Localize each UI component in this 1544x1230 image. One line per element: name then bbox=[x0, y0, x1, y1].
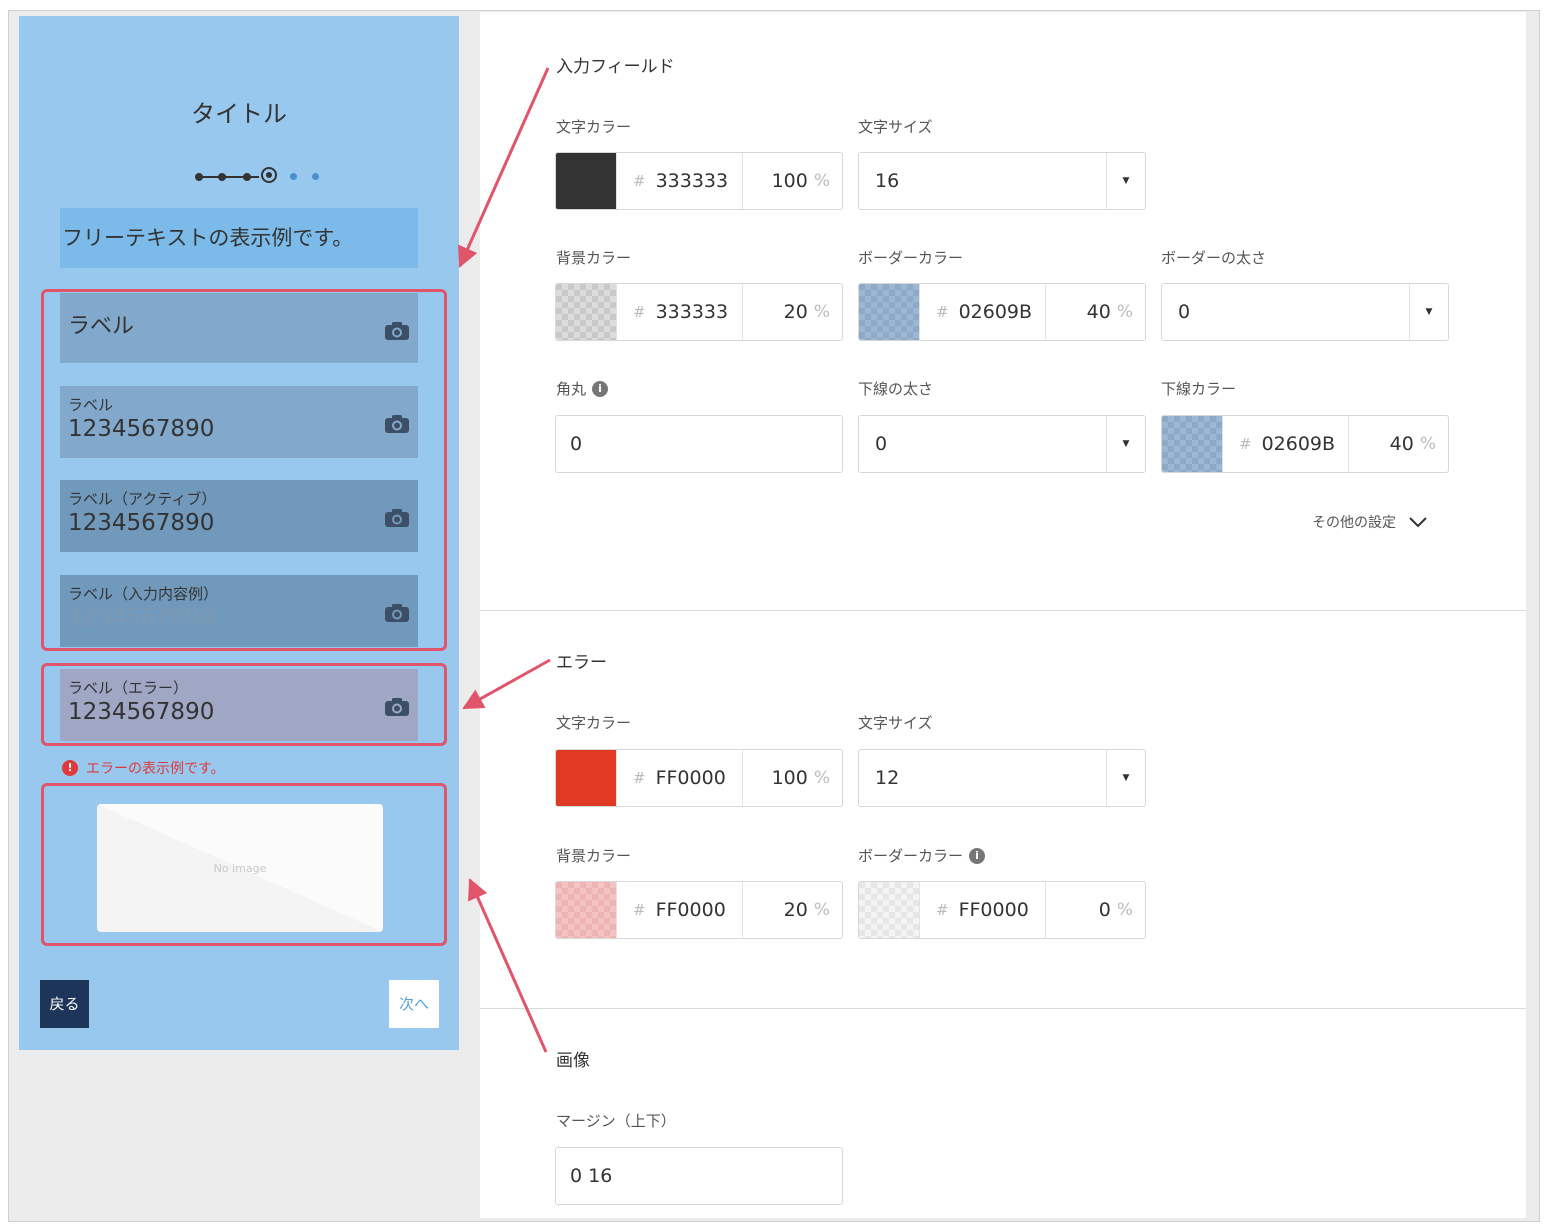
hash-symbol: # bbox=[633, 303, 646, 321]
percent-symbol: % bbox=[813, 302, 830, 322]
dropdown-arrow-icon[interactable]: ▼ bbox=[1106, 153, 1145, 209]
input-radius[interactable]: 0 bbox=[555, 415, 843, 473]
info-icon[interactable]: i bbox=[969, 847, 986, 864]
select-underline-width[interactable]: 0 ▼ bbox=[858, 415, 1146, 473]
hash-symbol: # bbox=[633, 769, 646, 787]
label-font-size: 文字サイズ bbox=[858, 118, 933, 136]
label-border-color: ボーダーカラー bbox=[858, 249, 964, 267]
label-error-border-color-text: ボーダーカラー bbox=[858, 847, 964, 865]
step-dot-future bbox=[312, 173, 319, 180]
hash-symbol: # bbox=[633, 172, 646, 190]
color-picker-border-color[interactable]: #02609B 40% bbox=[858, 283, 1146, 341]
label-margin: マージン（上下） bbox=[556, 1112, 676, 1130]
hex-input[interactable]: 333333 bbox=[656, 170, 729, 192]
color-swatch[interactable] bbox=[556, 284, 616, 340]
select-error-font-size[interactable]: 12 ▼ bbox=[858, 749, 1146, 807]
hex-input[interactable]: 02609B bbox=[1262, 433, 1335, 455]
label-underline-color: 下線カラー bbox=[1161, 380, 1237, 398]
error-icon: ! bbox=[62, 760, 78, 776]
label-underline-width: 下線の太さ bbox=[858, 380, 934, 398]
step-dot-future bbox=[290, 173, 297, 180]
step-indicator bbox=[195, 166, 335, 188]
back-button[interactable]: 戻る bbox=[40, 980, 89, 1028]
dropdown-arrow-icon[interactable]: ▼ bbox=[1409, 284, 1448, 340]
percent-symbol: % bbox=[1116, 900, 1133, 920]
color-picker-error-text-color[interactable]: # FF0000 100% bbox=[555, 749, 843, 807]
label-error-bg-color: 背景カラー bbox=[556, 847, 632, 865]
color-picker-error-bg-color[interactable]: # FF0000 20% bbox=[555, 881, 843, 939]
percent-symbol: % bbox=[813, 768, 830, 788]
select-border-width[interactable]: 0 ▼ bbox=[1161, 283, 1449, 341]
select-value: 0 bbox=[1178, 301, 1191, 323]
percent-symbol: % bbox=[813, 900, 830, 920]
hex-input[interactable]: 02609B bbox=[959, 301, 1032, 323]
annotation-box-image bbox=[41, 783, 447, 946]
info-icon[interactable]: i bbox=[592, 380, 609, 397]
label-error-border-color: ボーダーカラー i bbox=[858, 845, 986, 866]
color-swatch[interactable] bbox=[859, 882, 919, 938]
preview-title: タイトル bbox=[191, 100, 287, 128]
free-text-block: フリーテキストの表示例です。 bbox=[60, 208, 418, 268]
more-settings-text: その他の設定 bbox=[1312, 515, 1396, 531]
hash-symbol: # bbox=[936, 901, 949, 919]
annotation-box-input-fields bbox=[41, 289, 447, 651]
hex-input[interactable]: FF0000 bbox=[959, 899, 1029, 921]
label-error-font-size: 文字サイズ bbox=[858, 714, 933, 732]
color-swatch[interactable] bbox=[1162, 416, 1222, 472]
opacity-input[interactable]: 20 bbox=[784, 301, 808, 323]
section-title-input-field: 入力フィールド bbox=[556, 57, 675, 77]
color-picker-underline-color[interactable]: #02609B 40% bbox=[1161, 415, 1449, 473]
dropdown-arrow-icon[interactable]: ▼ bbox=[1106, 750, 1145, 806]
opacity-input[interactable]: 100 bbox=[772, 767, 808, 789]
select-value: 16 bbox=[875, 170, 900, 192]
color-swatch[interactable] bbox=[556, 153, 616, 209]
hash-symbol: # bbox=[633, 901, 646, 919]
annotation-box-error bbox=[41, 663, 447, 746]
section-title-error: エラー bbox=[556, 653, 607, 673]
chevron-down-icon bbox=[1409, 517, 1427, 528]
color-picker-error-border-color[interactable]: # FF0000 0% bbox=[858, 881, 1146, 939]
opacity-input[interactable]: 40 bbox=[1087, 301, 1111, 323]
dropdown-arrow-icon[interactable]: ▼ bbox=[1106, 416, 1145, 472]
label-radius: 角丸 i bbox=[556, 378, 609, 399]
select-font-size[interactable]: 16 ▼ bbox=[858, 152, 1146, 210]
select-value: 0 bbox=[875, 433, 888, 455]
opacity-input[interactable]: 0 bbox=[1099, 899, 1111, 921]
step-dot-current bbox=[261, 167, 277, 183]
percent-symbol: % bbox=[813, 171, 830, 191]
hex-input[interactable]: FF0000 bbox=[656, 899, 726, 921]
input-margin[interactable]: 0 16 bbox=[555, 1147, 843, 1205]
label-text-color: 文字カラー bbox=[556, 118, 632, 136]
step-dot-done bbox=[243, 173, 251, 181]
select-value: 12 bbox=[875, 767, 900, 789]
opacity-input[interactable]: 20 bbox=[784, 899, 808, 921]
color-swatch[interactable] bbox=[556, 882, 616, 938]
opacity-input[interactable]: 40 bbox=[1390, 433, 1414, 455]
opacity-input[interactable]: 100 bbox=[772, 170, 808, 192]
hex-input[interactable]: 333333 bbox=[656, 301, 729, 323]
section-divider bbox=[480, 1008, 1526, 1009]
more-settings-toggle[interactable]: その他の設定 bbox=[1312, 512, 1428, 532]
color-picker-bg-color[interactable]: #333333 20% bbox=[555, 283, 843, 341]
hash-symbol: # bbox=[1239, 435, 1252, 453]
section-divider bbox=[480, 610, 1526, 611]
label-error-text-color: 文字カラー bbox=[556, 714, 632, 732]
step-dot-done bbox=[218, 173, 226, 181]
color-swatch[interactable] bbox=[859, 284, 919, 340]
next-button[interactable]: 次へ bbox=[389, 980, 439, 1028]
label-bg-color: 背景カラー bbox=[556, 249, 632, 267]
label-border-width: ボーダーの太さ bbox=[1161, 249, 1267, 267]
percent-symbol: % bbox=[1116, 302, 1133, 322]
color-picker-text-color[interactable]: #333333 100% bbox=[555, 152, 843, 210]
hex-input[interactable]: FF0000 bbox=[656, 767, 726, 789]
error-message-text: エラーの表示例です。 bbox=[86, 761, 225, 777]
error-message: ! エラーの表示例です。 bbox=[62, 758, 225, 778]
label-radius-text: 角丸 bbox=[556, 380, 587, 398]
color-swatch[interactable] bbox=[556, 750, 616, 806]
hash-symbol: # bbox=[936, 303, 949, 321]
step-dot-done bbox=[195, 173, 203, 181]
section-title-image: 画像 bbox=[556, 1051, 590, 1071]
percent-symbol: % bbox=[1419, 434, 1436, 454]
